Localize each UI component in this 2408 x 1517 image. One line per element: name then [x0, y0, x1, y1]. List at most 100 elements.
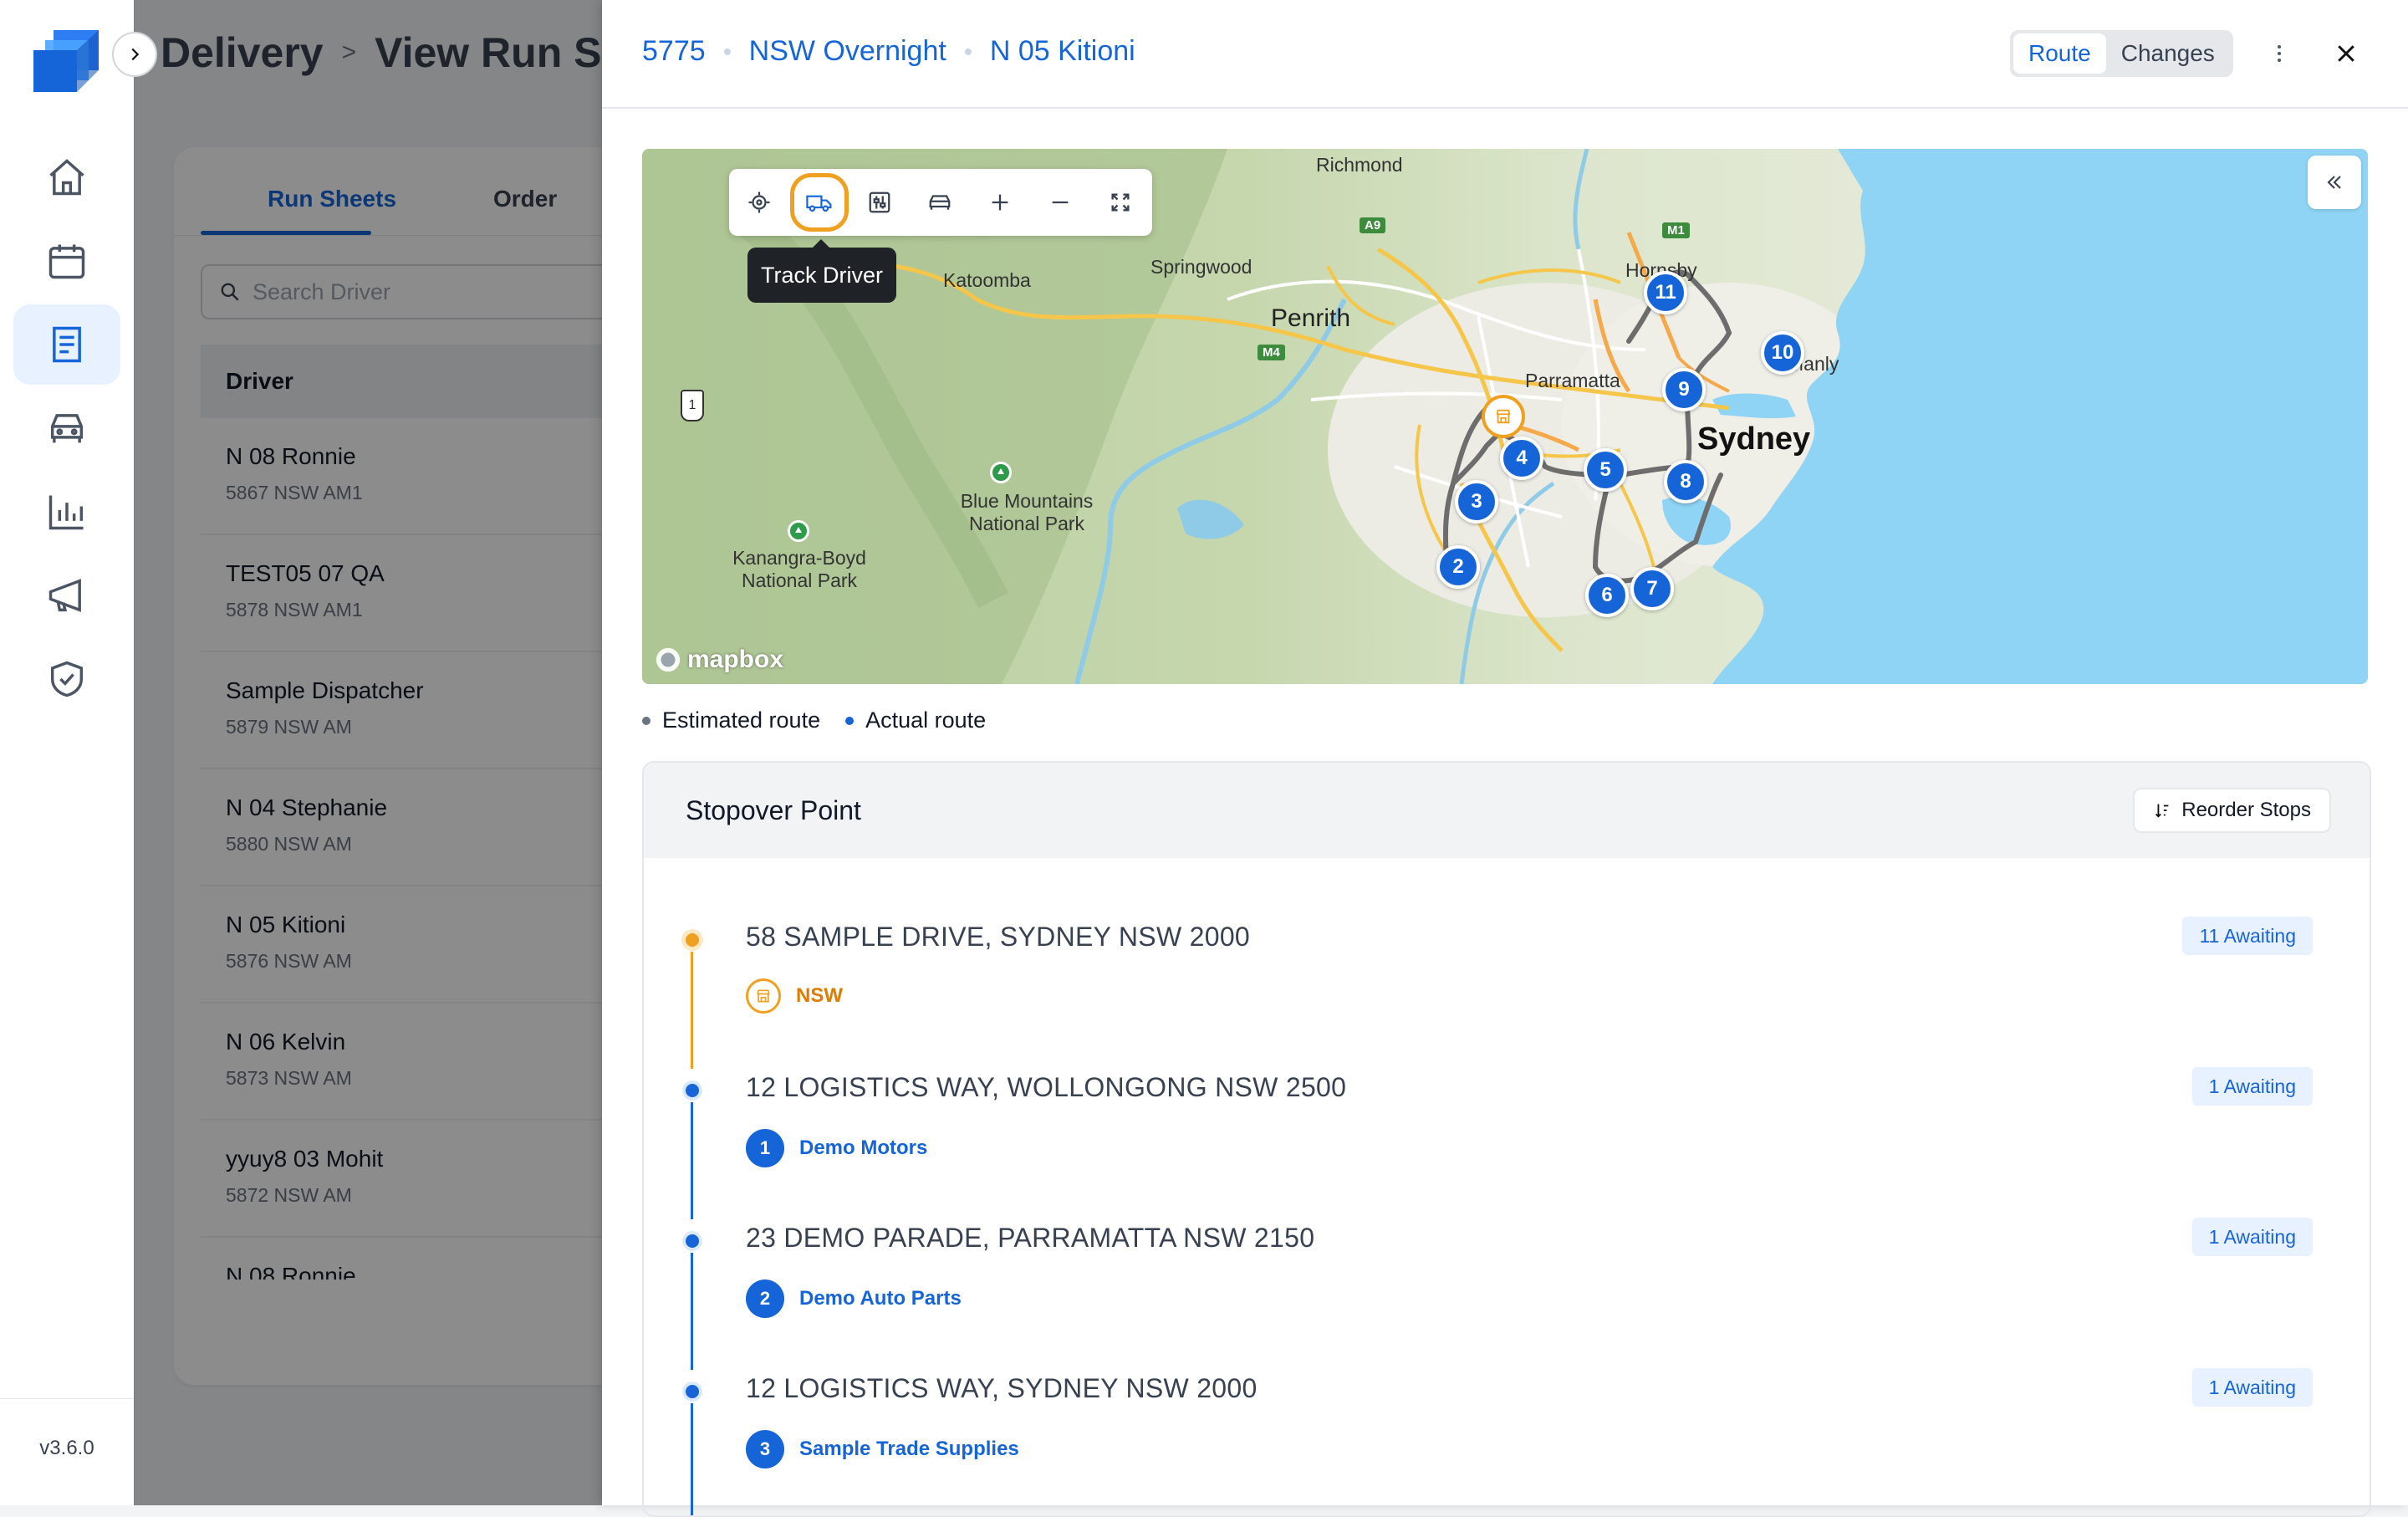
map-label-kanangra-boyd: Kanangra-Boyd National Park	[732, 547, 866, 591]
awaiting-badge: 11 Awaiting	[2182, 917, 2313, 955]
awaiting-badge: 1 Awaiting	[2191, 1218, 2313, 1256]
nav-rail: v3.6.0	[0, 0, 135, 1505]
track-driver-icon	[806, 195, 832, 212]
stop-pin[interactable]: 10	[1761, 331, 1804, 375]
stop-pin[interactable]: 11	[1644, 271, 1687, 314]
stop-item[interactable]: 58 SAMPLE DRIVE, SYDNEY NSW 2000 NSW 11 …	[644, 917, 2370, 1072]
nav-reports[interactable]	[13, 472, 120, 552]
breadcrumb-dot	[964, 48, 972, 55]
route-map[interactable]: Richmond Springwood Katoomba Penrith Par…	[642, 149, 2368, 684]
map-label-springwood: Springwood	[1150, 256, 1252, 278]
stop-address: 23 DEMO PARADE, PARRAMATTA NSW 2150	[746, 1223, 1315, 1253]
mapbox-icon	[656, 647, 681, 672]
timeline-dot	[686, 1084, 699, 1097]
more-vertical-icon	[2278, 45, 2281, 62]
depot-pin[interactable]	[1482, 395, 1525, 438]
locate-icon	[748, 192, 770, 213]
route-toggle-button[interactable]: Route	[2013, 33, 2106, 74]
stop-location-name[interactable]: NSW	[796, 984, 843, 1008]
app-version: v3.6.0	[39, 1437, 94, 1459]
nav-home[interactable]	[13, 137, 120, 217]
map-label-blue-mountains: Blue Mountains National Park	[960, 490, 1094, 534]
stop-location-name[interactable]: Sample Trade Supplies	[799, 1438, 1019, 1461]
stop-address: 12 LOGISTICS WAY, SYDNEY NSW 2000	[746, 1373, 1258, 1403]
stopover-title: Stopover Point	[686, 794, 861, 825]
run-id[interactable]: 5775	[642, 35, 706, 68]
changes-toggle-button[interactable]: Changes	[2106, 33, 2230, 74]
stop-location: 2 Demo Auto Parts	[746, 1279, 962, 1318]
more-options-button[interactable]	[2263, 37, 2296, 70]
stop-location-name[interactable]: Demo Motors	[799, 1136, 927, 1160]
stop-address: 58 SAMPLE DRIVE, SYDNEY NSW 2000	[746, 922, 1251, 952]
stop-address: 12 LOGISTICS WAY, WOLLONGONG NSW 2500	[746, 1072, 1347, 1102]
mapbox-logo: mapbox	[654, 646, 783, 674]
nav-vehicles[interactable]	[13, 388, 120, 468]
track-driver-button[interactable]	[790, 173, 849, 232]
stop-item[interactable]: 23 DEMO PARADE, PARRAMATTA NSW 2150 2 De…	[644, 1218, 2370, 1373]
collapse-map-panel-button[interactable]	[2308, 156, 2361, 209]
home-icon	[49, 159, 84, 196]
stop-pin[interactable]: 3	[1455, 480, 1498, 524]
store-icon	[1496, 409, 1511, 424]
mapbox-attribution: mapbox	[687, 646, 784, 673]
timeline-dot	[686, 933, 699, 947]
stop-pin[interactable]: 2	[1436, 545, 1480, 589]
calendar-icon	[48, 244, 85, 279]
fullscreen-button[interactable]	[1100, 182, 1140, 222]
zoom-in-icon	[992, 194, 1008, 211]
sort-icon	[2155, 804, 2169, 818]
nav-announcements[interactable]	[13, 555, 120, 636]
legend-dot-actual	[845, 716, 855, 725]
stop-pin[interactable]: 6	[1585, 574, 1629, 617]
stop-pin[interactable]: 4	[1500, 437, 1543, 480]
stop-location: 3 Sample Trade Supplies	[746, 1430, 1019, 1468]
stop-pin[interactable]: 7	[1630, 567, 1674, 610]
breadcrumb-dot	[723, 48, 731, 55]
stop-pin[interactable]: 9	[1662, 368, 1706, 411]
shield-check-icon	[50, 661, 84, 697]
run-name[interactable]: NSW Overnight	[749, 35, 946, 68]
close-icon	[2338, 45, 2354, 62]
vehicle-view-button[interactable]	[920, 182, 960, 222]
legend-label: Estimated route	[662, 707, 821, 733]
app-logo[interactable]	[30, 22, 105, 97]
nav-calendar[interactable]	[13, 221, 120, 301]
nav-compliance[interactable]	[13, 639, 120, 719]
zoom-in-button[interactable]	[980, 182, 1020, 222]
chevrons-left-icon	[2327, 176, 2341, 189]
map-label-penrith: Penrith	[1271, 304, 1351, 332]
run-driver[interactable]: N 05 Kitioni	[990, 35, 1135, 68]
close-drawer-button[interactable]	[2329, 37, 2363, 70]
map-label-parramatta: Parramatta	[1525, 370, 1620, 391]
expand-sidebar-button[interactable]	[112, 32, 157, 77]
timeline-dot	[686, 1385, 699, 1398]
map-settings-button[interactable]	[860, 182, 900, 222]
road-shield-m1: M1	[1662, 222, 1690, 238]
stop-pin[interactable]: 5	[1584, 448, 1627, 492]
road-shield-a9: A9	[1360, 217, 1386, 233]
stop-number: 2	[746, 1279, 784, 1318]
park-icon	[788, 520, 809, 542]
stop-pin[interactable]: 8	[1664, 460, 1707, 503]
legend-actual-route: Actual route	[845, 707, 986, 733]
locate-button[interactable]	[739, 182, 779, 222]
vehicle-icon	[929, 195, 951, 210]
stop-item[interactable]: 12 LOGISTICS WAY, WOLLONGONG NSW 2500 1 …	[644, 1067, 2370, 1223]
announcement-icon	[48, 579, 81, 612]
drawer-header: 5775 NSW Overnight N 05 Kitioni Route Ch…	[602, 0, 2408, 109]
run-sheet-icon	[53, 326, 81, 363]
awaiting-badge: 1 Awaiting	[2191, 1067, 2313, 1106]
nav-run-sheets[interactable]	[13, 304, 120, 385]
reorder-stops-button[interactable]: Reorder Stops	[2133, 788, 2331, 833]
stopover-header: Stopover Point Reorder Stops	[644, 763, 2370, 858]
track-driver-tooltip: Track Driver	[747, 239, 896, 303]
route-legend: Estimated route Actual route	[642, 707, 986, 733]
stop-location: NSW	[746, 978, 843, 1014]
awaiting-badge: 1 Awaiting	[2191, 1368, 2313, 1407]
stop-location-name[interactable]: Demo Auto Parts	[799, 1287, 962, 1310]
stopover-panel: Stopover Point Reorder Stops 58 SAMPLE D…	[642, 761, 2371, 1517]
stop-number: 1	[746, 1129, 784, 1167]
zoom-out-button[interactable]	[1040, 182, 1080, 222]
stop-item[interactable]: 12 LOGISTICS WAY, SYDNEY NSW 2000 3 Samp…	[644, 1368, 2370, 1515]
zoom-out-icon	[1052, 201, 1069, 204]
